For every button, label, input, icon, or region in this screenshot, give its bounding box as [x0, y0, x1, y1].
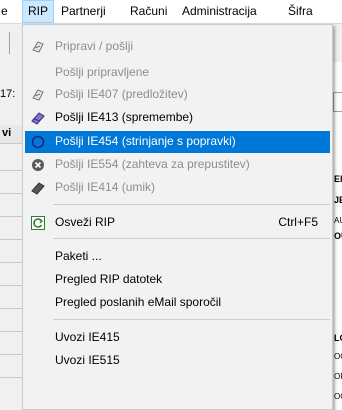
menu-item-pregled-email[interactable]: Pregled poslanih eMail sporočil [25, 292, 330, 314]
right-text-fragment: El [334, 174, 342, 184]
menu-partnerji[interactable]: Partnerji [56, 0, 111, 23]
right-text-fragment: OC [334, 352, 342, 361]
menu-item-label: Pošlji IE407 (predložitev) [55, 87, 188, 101]
right-text-fragment: JE [334, 195, 342, 205]
menu-item-pregled-rip-datotek[interactable]: Pregled RIP datotek [25, 269, 330, 291]
menu-item-osvezi-rip[interactable]: Osveži RIP Ctrl+F5 [25, 212, 330, 234]
menu-item-label: Pošlji pripravljene [55, 65, 150, 79]
rip-dropdown-menu: Pripravi / pošlji Pošlji pripravljene Po… [22, 24, 333, 410]
menu-separator [53, 319, 330, 320]
grid-row-line [0, 377, 24, 378]
menu-racuni[interactable]: Računi [125, 0, 172, 23]
right-text-fragment: LO [334, 333, 342, 343]
menu-item-label: Uvozi IE515 [55, 353, 120, 367]
grid-row-line [0, 193, 24, 194]
menu-item-label: Pregled RIP datotek [55, 272, 163, 286]
menu-item-label: Pošlji IE454 (strinjanje s popravki) [55, 134, 236, 148]
right-panel: El JE AUT OU LO OC OR OC [333, 62, 342, 410]
menu-separator [53, 204, 330, 205]
menu-item-paketi[interactable]: Paketi ... [25, 246, 330, 268]
menu-edit-partial[interactable]: e [0, 0, 13, 23]
menu-item-label: Pripravi / pošlji [55, 39, 134, 53]
menu-item-uvozi-ie415[interactable]: Uvozi IE415 [25, 327, 330, 349]
grid-row-line [0, 285, 24, 286]
menu-item-label: Pošlji IE554 (zahteva za prepustitev) [55, 157, 250, 171]
grid-row-line [0, 170, 24, 171]
menu-item-poslji-pripravljene[interactable]: Pošlji pripravljene [25, 62, 330, 84]
grid-header: vi [0, 125, 24, 144]
grid-row-line [0, 308, 24, 309]
cancel-icon [32, 159, 44, 171]
menu-item-label: Pregled poslanih eMail sporočil [55, 295, 222, 309]
grid-row-line [0, 262, 24, 263]
menu-item-label: Paketi ... [55, 249, 102, 263]
menu-administracija[interactable]: Administracija [177, 0, 262, 23]
grid-row-line [0, 354, 24, 355]
menu-item-poslji-ie414[interactable]: Pošlji IE414 (umik) [25, 177, 330, 199]
menu-item-label: Uvozi IE415 [55, 330, 120, 344]
menu-item-label: Osveži RIP [55, 215, 116, 229]
menu-item-poslji-ie454[interactable]: Pošlji IE454 (strinjanje s popravki) [25, 131, 330, 153]
menu-separator [53, 238, 330, 239]
menu-item-uvozi-ie515[interactable]: Uvozi IE515 [25, 350, 330, 372]
menu-bar: e RIP Partnerji Računi Administracija Ši… [0, 0, 342, 24]
menu-item-shortcut: Ctrl+F5 [278, 215, 318, 229]
circle-icon [31, 135, 45, 149]
refresh-icon [31, 216, 45, 230]
menu-item-label: Pošlji IE413 (spremembe) [55, 110, 194, 124]
eraser-icon [31, 182, 45, 195]
menu-item-poslji-ie554[interactable]: Pošlji IE554 (zahteva za prepustitev) [25, 154, 330, 176]
right-text-fragment: OC [334, 392, 342, 401]
menu-rip[interactable]: RIP [22, 0, 55, 23]
paper-plane-icon [32, 41, 44, 53]
right-text-fragment: OR [334, 372, 342, 381]
menu-sifra[interactable]: Šifra [283, 0, 318, 23]
grid-row-line [0, 216, 24, 217]
grid-row-line [0, 239, 24, 240]
menu-item-label: Pošlji IE414 (umik) [55, 180, 156, 194]
menu-item-poslji-ie413[interactable]: Pošlji IE413 (spremembe) [25, 107, 330, 129]
grid-row-line [0, 331, 24, 332]
left-label: 17: [0, 88, 16, 100]
toolbar-separator [9, 32, 10, 54]
menu-item-poslji-ie407[interactable]: Pošlji IE407 (predložitev) [25, 84, 330, 106]
grid-column-header: vi [2, 127, 12, 139]
eraser-icon [31, 112, 45, 125]
combo-box[interactable] [333, 92, 342, 112]
left-panel [0, 62, 24, 410]
right-text-fragment: OU [334, 231, 342, 241]
paper-plane-icon [32, 89, 44, 101]
menu-item-pripravi-poslji[interactable]: Pripravi / pošlji [25, 36, 330, 58]
right-text-fragment: AUT [334, 216, 342, 225]
